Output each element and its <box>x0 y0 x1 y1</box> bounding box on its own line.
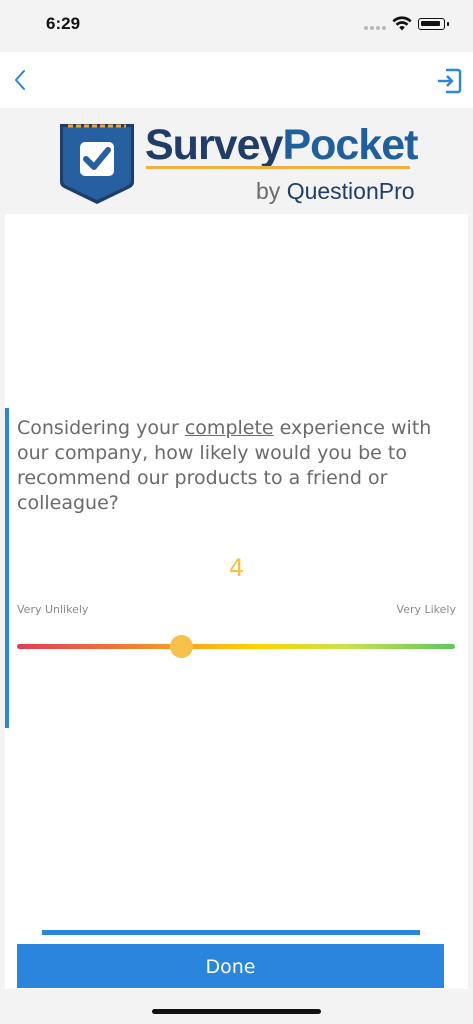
logo-word-survey: Survey <box>145 121 283 169</box>
slider-thumb[interactable] <box>170 635 194 658</box>
wifi-icon <box>392 16 412 31</box>
home-indicator[interactable] <box>152 1009 321 1014</box>
slider-value: 4 <box>228 554 245 582</box>
chevron-left-icon <box>15 70 25 90</box>
back-button[interactable] <box>8 66 32 94</box>
slider-max-label: Very Likely <box>396 603 456 616</box>
logo-by-prefix: by <box>256 178 287 204</box>
navigation-bar <box>0 52 473 108</box>
battery-icon <box>418 18 445 30</box>
survey-content: Considering your complete experience wit… <box>5 214 468 989</box>
exit-icon <box>438 68 462 94</box>
status-time: 6:29 <box>46 14 81 33</box>
question-block: Considering your complete experience wit… <box>5 408 468 728</box>
checkmark-shield-logo-icon <box>60 124 134 204</box>
logo-word-pocket: Pocket <box>282 121 418 169</box>
question-text: Considering your complete experience wit… <box>17 416 437 516</box>
question-text-emphasis: complete <box>184 417 274 439</box>
status-bar: 6:29 <box>0 0 473 52</box>
cellular-signal-icon <box>364 26 386 30</box>
logo-by-brand: QuestionPro <box>286 178 415 204</box>
survey-progress-bar <box>42 930 420 935</box>
exit-survey-button[interactable] <box>436 68 462 94</box>
done-button[interactable]: Done <box>17 944 444 988</box>
battery-cap <box>447 22 449 26</box>
survey-progress-fill <box>42 930 420 935</box>
logo-byline: by QuestionPro <box>256 178 415 205</box>
logo-banner: SurveyPocket by QuestionPro <box>0 108 473 212</box>
slider-min-label: Very Unlikely <box>17 603 89 616</box>
question-text-before: Considering your <box>17 417 185 439</box>
rating-slider[interactable] <box>17 635 455 658</box>
logo-wordmark: SurveyPocket <box>145 121 418 169</box>
logo-underline <box>146 166 410 169</box>
